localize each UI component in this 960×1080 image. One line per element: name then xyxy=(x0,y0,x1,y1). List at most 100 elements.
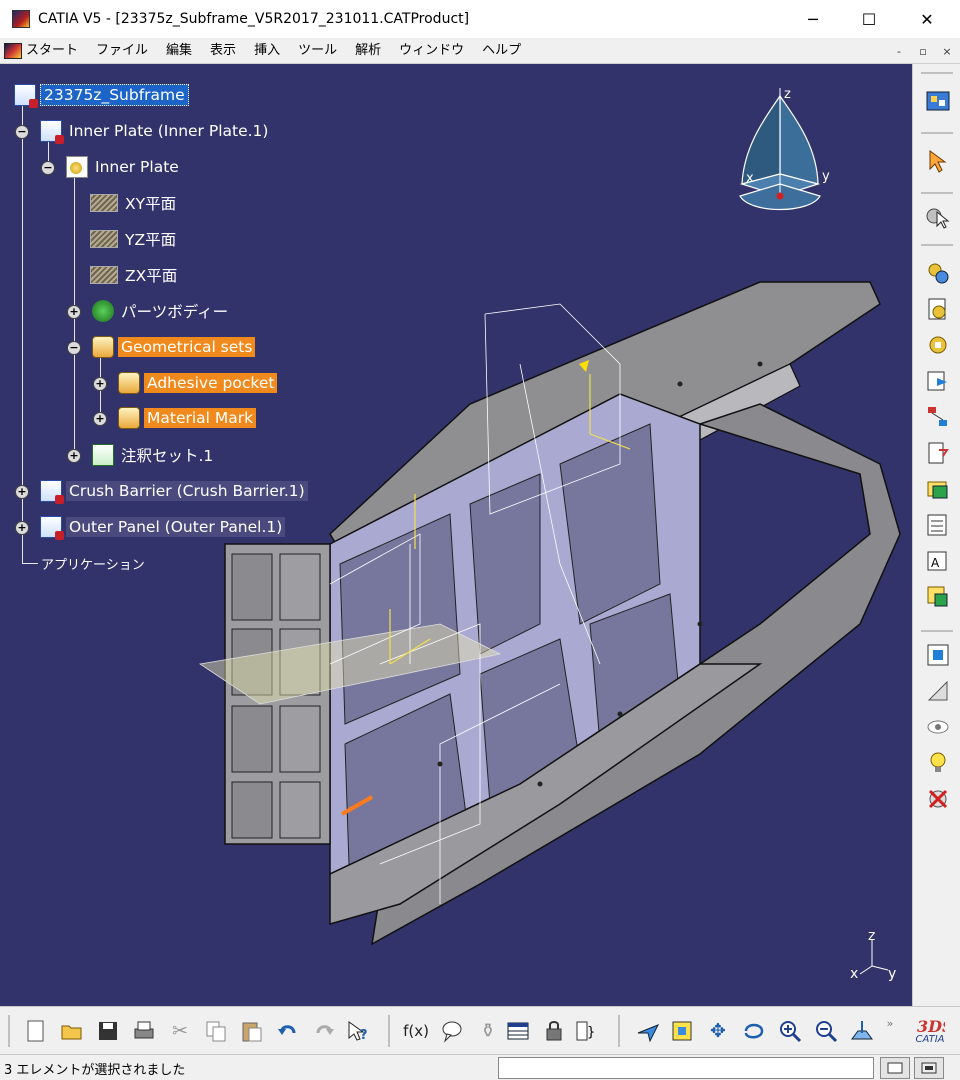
maximize-button[interactable]: ☐ xyxy=(846,0,892,38)
menu-file[interactable]: ファイル xyxy=(87,38,157,64)
select-arrow-icon[interactable] xyxy=(925,148,951,174)
tree-node-label[interactable]: Material Mark xyxy=(144,408,257,428)
lock-icon[interactable] xyxy=(540,1017,568,1045)
minimize-button[interactable]: ─ xyxy=(790,0,836,38)
expander-collapse[interactable]: − xyxy=(15,125,29,139)
hide-show-icon[interactable] xyxy=(925,714,951,740)
tree-node-label[interactable]: Inner Plate (Inner Plate.1) xyxy=(66,121,271,141)
existing-component-icon[interactable] xyxy=(925,296,951,322)
tree-node-inner-plate-part[interactable]: Inner Plate xyxy=(66,154,182,180)
expander-expand[interactable]: + xyxy=(67,449,81,463)
more-icon[interactable]: » xyxy=(876,1009,904,1037)
expander-expand[interactable]: + xyxy=(93,377,107,391)
mdi-restore-button[interactable]: ▫ xyxy=(914,41,932,61)
normal-view-icon[interactable] xyxy=(848,1017,876,1045)
fit-all-icon[interactable] xyxy=(668,1017,696,1045)
open-icon[interactable] xyxy=(58,1017,86,1045)
expander-expand[interactable]: + xyxy=(15,521,29,535)
tree-node-label[interactable]: Outer Panel (Outer Panel.1) xyxy=(66,517,286,537)
menu-view[interactable]: 表示 xyxy=(201,38,245,64)
menu-edit[interactable]: 編集 xyxy=(157,38,201,64)
pan-icon[interactable]: ✥ xyxy=(704,1017,732,1045)
new-icon[interactable] xyxy=(22,1017,50,1045)
catia-app-icon[interactable] xyxy=(12,10,30,28)
bill-of-material-icon[interactable] xyxy=(925,584,951,610)
manage-representations-icon[interactable] xyxy=(925,512,951,538)
rotate-icon[interactable] xyxy=(740,1017,768,1045)
menu-tools[interactable]: ツール xyxy=(289,38,346,64)
select-mode-icon[interactable] xyxy=(925,204,951,230)
menu-insert[interactable]: 挿入 xyxy=(245,38,289,64)
replace-component-icon[interactable] xyxy=(925,368,951,394)
tree-node-material-mark[interactable]: Material Mark xyxy=(118,405,257,431)
menu-help[interactable]: ヘルプ xyxy=(473,38,530,64)
3d-viewport[interactable]: 23375z_Subframe − Inner Plate (Inner Pla… xyxy=(0,64,912,1006)
selective-load-icon[interactable] xyxy=(925,476,951,502)
tree-node-label[interactable]: パーツボディー xyxy=(118,299,231,323)
redo-icon[interactable] xyxy=(310,1017,338,1045)
tree-node-annotation-set[interactable]: 注釈セット.1 xyxy=(92,442,216,468)
menu-analysis[interactable]: 解析 xyxy=(346,38,390,64)
graph-tree-reorder-icon[interactable] xyxy=(925,404,951,430)
flexible-assembly-icon[interactable] xyxy=(925,642,951,668)
expander-collapse[interactable]: − xyxy=(67,341,81,355)
multi-instantiation-icon[interactable]: A xyxy=(925,548,951,574)
expander-expand[interactable]: + xyxy=(67,305,81,319)
generate-numbering-icon[interactable] xyxy=(925,440,951,466)
tree-node-geometrical-sets[interactable]: Geometrical sets xyxy=(92,334,256,360)
tree-node-label[interactable]: YZ平面 xyxy=(122,227,179,251)
menu-start[interactable]: スタート xyxy=(0,38,87,64)
tree-node-label[interactable]: 注釈セット.1 xyxy=(118,443,216,467)
tree-node-root[interactable]: 23375z_Subframe xyxy=(14,82,189,108)
copy-icon[interactable] xyxy=(202,1017,230,1045)
measure-icon[interactable]: ⚱ xyxy=(474,1017,502,1045)
close-button[interactable]: ✕ xyxy=(904,0,950,38)
tree-node-label[interactable]: Inner Plate xyxy=(92,157,182,177)
tree-node-label[interactable]: Crush Barrier (Crush Barrier.1) xyxy=(66,481,308,501)
tree-node-part-body[interactable]: パーツボディー xyxy=(92,298,231,324)
print-icon[interactable] xyxy=(130,1017,158,1045)
tree-node-zx-plane[interactable]: ZX平面 xyxy=(90,262,180,288)
tree-node-label[interactable]: 23375z_Subframe xyxy=(40,84,189,106)
menu-window[interactable]: ウィンドウ xyxy=(390,38,473,64)
tree-node-adhesive-pocket[interactable]: Adhesive pocket xyxy=(118,370,278,396)
tree-node-applications[interactable]: アプリケーション xyxy=(38,550,148,576)
tree-node-label[interactable]: Geometrical sets xyxy=(118,337,256,357)
tree-node-inner-plate-instance[interactable]: Inner Plate (Inner Plate.1) xyxy=(40,118,271,144)
formula-icon[interactable]: f(x) xyxy=(402,1017,430,1045)
command-input[interactable] xyxy=(498,1057,874,1079)
macros-icon[interactable]: } xyxy=(572,1017,600,1045)
tree-node-xy-plane[interactable]: XY平面 xyxy=(90,190,179,216)
tree-node-label[interactable]: ZX平面 xyxy=(122,263,180,287)
mdi-close-button[interactable]: × xyxy=(938,41,956,61)
tree-node-yz-plane[interactable]: YZ平面 xyxy=(90,226,179,252)
insert-component-icon[interactable] xyxy=(925,260,951,286)
compass-widget[interactable]: z x y xyxy=(732,84,832,224)
lightbulb-icon[interactable] xyxy=(925,750,951,776)
knowledge-advisor-icon[interactable] xyxy=(438,1017,466,1045)
status-button-1[interactable] xyxy=(880,1057,910,1079)
status-button-2[interactable] xyxy=(914,1057,944,1079)
expander-expand[interactable]: + xyxy=(15,485,29,499)
save-icon[interactable] xyxy=(94,1017,122,1045)
whats-this-icon[interactable]: ? xyxy=(344,1017,372,1045)
fix-component-icon[interactable] xyxy=(925,678,951,704)
fly-mode-icon[interactable] xyxy=(634,1017,662,1045)
table-icon[interactable] xyxy=(504,1017,532,1045)
cut-icon[interactable]: ✂ xyxy=(166,1017,194,1045)
product-workbench-icon[interactable] xyxy=(925,88,951,114)
tree-node-label[interactable]: XY平面 xyxy=(122,191,179,215)
existing-component-position-icon[interactable] xyxy=(925,332,951,358)
expander-expand[interactable]: + xyxy=(93,412,107,426)
tree-node-crush-barrier[interactable]: Crush Barrier (Crush Barrier.1) xyxy=(40,478,308,504)
undo-icon[interactable] xyxy=(274,1017,302,1045)
paste-icon[interactable] xyxy=(238,1017,266,1045)
mdi-minimize-button[interactable]: - xyxy=(890,41,908,61)
zoom-in-icon[interactable] xyxy=(776,1017,804,1045)
zoom-out-icon[interactable] xyxy=(812,1017,840,1045)
clash-icon[interactable] xyxy=(925,786,951,812)
tree-node-outer-panel[interactable]: Outer Panel (Outer Panel.1) xyxy=(40,514,286,540)
expander-collapse[interactable]: − xyxy=(41,161,55,175)
tree-node-label[interactable]: アプリケーション xyxy=(38,553,148,574)
tree-node-label[interactable]: Adhesive pocket xyxy=(144,373,278,393)
